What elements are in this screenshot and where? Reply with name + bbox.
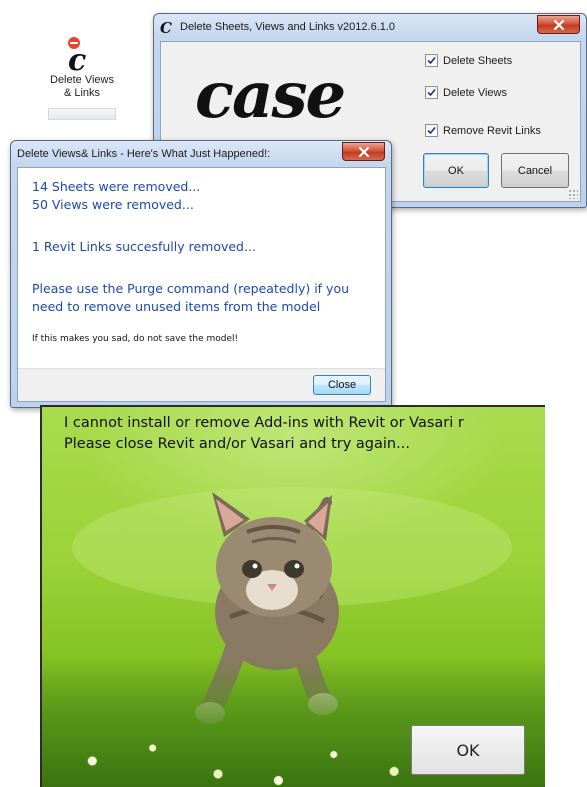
ok-button[interactable]: OK: [423, 153, 489, 188]
dialog-title: Delete Sheets, Views and Links v2012.6.1…: [180, 21, 396, 33]
purge-hint-text: Please use the Purge command (repeatedly…: [32, 281, 350, 296]
remove-revit-links-checkbox[interactable]: Remove Revit Links: [425, 124, 541, 137]
case-logo: case: [195, 58, 346, 133]
checkbox-label: Delete Sheets: [443, 54, 513, 67]
close-dialog-button[interactable]: Close: [313, 375, 371, 395]
dialog-body: 14 Sheets were removed... 50 Views were …: [17, 167, 386, 402]
warning-note: If this makes you sad, do not save the m…: [32, 334, 239, 344]
svg-text:C: C: [160, 20, 172, 34]
delete-views-links-ribbon-button[interactable]: c Delete Views & Links: [44, 30, 120, 122]
title-bar[interactable]: C Delete Sheets, Views and Links v2012.6…: [154, 14, 586, 40]
checkbox-box[interactable]: [425, 124, 438, 137]
close-button[interactable]: [537, 15, 580, 34]
case-c-icon: c: [62, 34, 102, 78]
close-icon: [358, 146, 369, 157]
links-removed-text: 1 Revit Links succesfully removed...: [32, 239, 256, 254]
checkmark-icon: [427, 88, 436, 97]
dialog-title: Delete Views& Links - Here's What Just H…: [17, 148, 271, 160]
case-app-icon: C: [160, 20, 174, 34]
delete-sheets-checkbox[interactable]: Delete Sheets: [425, 54, 512, 67]
result-dialog: Delete Views& Links - Here's What Just H…: [10, 140, 392, 408]
dialog-footer: Close: [18, 368, 385, 401]
ok-button[interactable]: OK: [411, 725, 525, 775]
checkbox-label: Delete Views: [443, 86, 507, 99]
purge-hint-text-2: need to remove unused items from the mod…: [32, 299, 321, 314]
delete-views-checkbox[interactable]: Delete Views: [425, 86, 507, 99]
checkbox-label: Remove Revit Links: [443, 124, 541, 137]
close-button[interactable]: [342, 142, 385, 161]
svg-text:c: c: [68, 43, 86, 72]
ribbon-panel-footer: [48, 108, 116, 120]
checkmark-icon: [427, 126, 436, 135]
checkbox-box[interactable]: [425, 54, 438, 67]
kitten-error-dialog: I cannot install or remove Add-ins with …: [40, 405, 545, 787]
close-icon: [553, 19, 564, 30]
checkmark-icon: [427, 56, 436, 65]
checkbox-box[interactable]: [425, 86, 438, 99]
resize-grip[interactable]: [568, 189, 578, 199]
sheets-removed-text: 14 Sheets were removed...: [32, 179, 201, 194]
ribbon-button-label: Delete Views & Links: [50, 74, 114, 99]
title-bar[interactable]: Delete Views& Links - Here's What Just H…: [11, 141, 391, 167]
views-removed-text: 50 Views were removed...: [32, 197, 194, 212]
cancel-button[interactable]: Cancel: [501, 153, 569, 188]
